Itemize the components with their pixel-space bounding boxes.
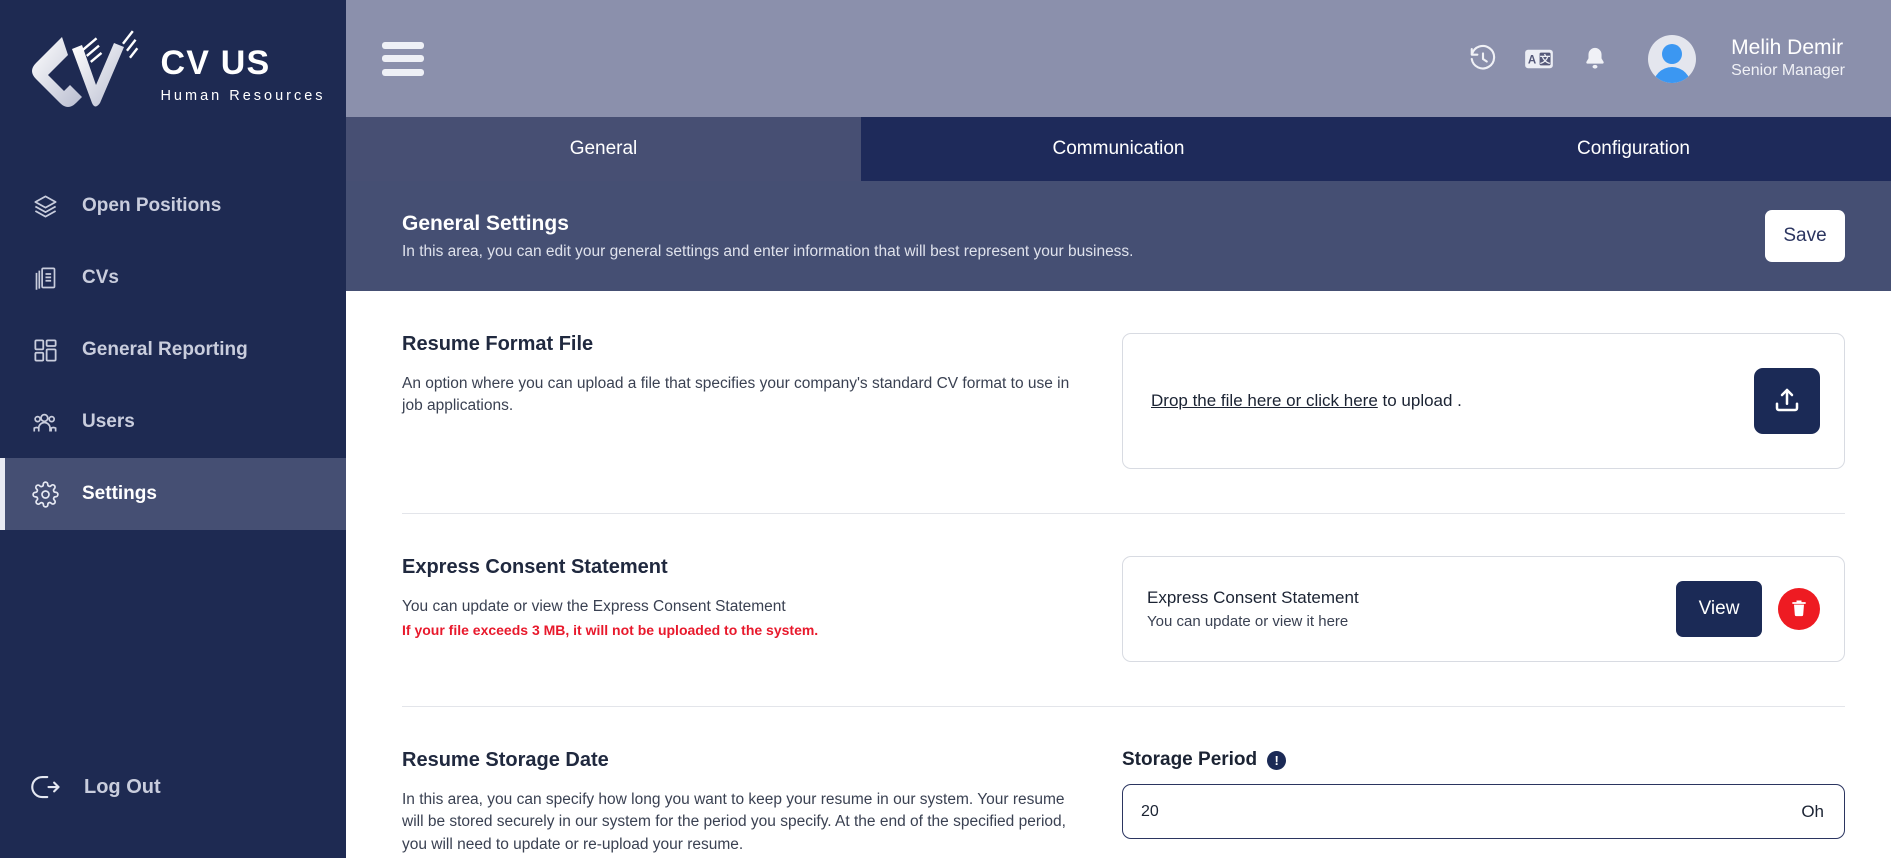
hamburger-bar — [382, 68, 424, 76]
page-header-text: General Settings In this area, you can e… — [402, 212, 1134, 261]
topbar: A 文 Melih Demir Senior Manager — [346, 0, 1891, 117]
section-description: Resume Format File An option where you c… — [402, 333, 1122, 418]
upload-button[interactable] — [1754, 368, 1820, 434]
section-resume-storage-date: Resume Storage Date In this area, you ca… — [402, 707, 1845, 856]
storage-period-field[interactable]: Oh — [1122, 784, 1845, 839]
trash-icon — [1789, 598, 1809, 621]
users-group-icon — [30, 407, 60, 437]
history-icon[interactable] — [1466, 42, 1500, 76]
avatar[interactable] — [1648, 34, 1697, 83]
gear-icon — [30, 479, 60, 509]
section-warning: If your file exceeds 3 MB, it will not b… — [402, 622, 819, 639]
logout-button[interactable]: Log Out — [0, 756, 346, 818]
tab-communication[interactable]: Communication — [861, 117, 1376, 181]
sidebar-item-general-reporting[interactable]: General Reporting — [0, 314, 346, 386]
translate-icon[interactable]: A 文 — [1522, 42, 1556, 76]
section-text: You can update or view the Express Conse… — [402, 598, 786, 615]
settings-tabs: General Communication Configuration — [346, 117, 1891, 181]
brand-text: CV US Human Resources — [160, 44, 326, 104]
view-button[interactable]: View — [1676, 581, 1762, 637]
sidebar-item-label: Settings — [82, 483, 157, 504]
sidebar-item-cvs[interactable]: CVs — [0, 242, 346, 314]
cv-us-logo-icon — [26, 29, 144, 121]
sidebar: CV US Human Resources Open Positions CVs… — [0, 0, 346, 858]
consent-card-actions: View — [1676, 581, 1820, 637]
storage-period-label: Storage Period — [1122, 749, 1258, 770]
file-dropzone[interactable]: Drop the file here or click here to uplo… — [1122, 333, 1845, 469]
section-description: Express Consent Statement You can update… — [402, 556, 1122, 641]
logout-label: Log Out — [84, 775, 161, 798]
section-title: Resume Storage Date — [402, 749, 609, 771]
settings-content: Resume Format File An option where you c… — [346, 291, 1891, 858]
dropzone-text: Drop the file here or click here to uplo… — [1151, 391, 1462, 411]
section-control: Storage Period ! Oh — [1122, 749, 1845, 839]
storage-period-label-row: Storage Period ! — [1122, 749, 1845, 771]
sidebar-item-label: General Reporting — [82, 339, 248, 360]
consent-file-card: Express Consent Statement You can update… — [1122, 556, 1845, 662]
sidebar-nav: Open Positions CVs General Reporting Use… — [0, 170, 346, 530]
layers-icon — [30, 191, 60, 221]
page-title: General Settings — [402, 211, 569, 235]
section-title: Resume Format File — [402, 333, 594, 355]
sidebar-item-label: Open Positions — [82, 195, 222, 216]
avatar-head — [1662, 43, 1683, 64]
sidebar-item-settings[interactable]: Settings — [0, 458, 346, 530]
user-role: Senior Manager — [1731, 62, 1845, 80]
consent-card-title: Express Consent Statement — [1147, 588, 1359, 607]
section-control: Drop the file here or click here to uplo… — [1122, 333, 1845, 469]
tab-configuration[interactable]: Configuration — [1376, 117, 1891, 181]
main-area: A 文 Melih Demir Senior Manager General C… — [346, 0, 1891, 858]
section-text: In this area, you can specify how long y… — [402, 791, 1066, 853]
delete-button[interactable] — [1778, 588, 1820, 630]
avatar-body — [1653, 66, 1692, 83]
bell-icon[interactable] — [1578, 42, 1612, 76]
sidebar-item-users[interactable]: Users — [0, 386, 346, 458]
section-express-consent: Express Consent Statement You can update… — [402, 514, 1845, 707]
page-header: General Settings In this area, you can e… — [346, 181, 1891, 291]
hamburger-bar — [382, 41, 424, 49]
section-text: An option where you can upload a file th… — [402, 375, 1070, 415]
user-name: Melih Demir — [1731, 36, 1844, 60]
topbar-actions: A 文 Melih Demir Senior Manager — [1466, 34, 1845, 83]
upload-icon — [1772, 385, 1802, 418]
brand-title: CV US — [160, 44, 271, 83]
consent-card-subtitle: You can update or view it here — [1147, 613, 1349, 630]
svg-text:文: 文 — [1539, 53, 1551, 66]
user-info[interactable]: Melih Demir Senior Manager — [1731, 35, 1845, 82]
brand-logo[interactable]: CV US Human Resources — [0, 0, 346, 150]
save-button[interactable]: Save — [1765, 210, 1845, 262]
brand-subtitle: Human Resources — [160, 87, 326, 104]
dropzone-link[interactable]: Drop the file here or click here — [1151, 391, 1378, 410]
svg-text:A: A — [1528, 54, 1537, 66]
storage-period-input[interactable] — [1141, 802, 1802, 821]
section-control: Express Consent Statement You can update… — [1122, 556, 1845, 662]
consent-card-text: Express Consent Statement You can update… — [1147, 588, 1359, 630]
section-resume-format-file: Resume Format File An option where you c… — [402, 291, 1845, 514]
info-icon[interactable]: ! — [1267, 750, 1287, 770]
documents-icon — [30, 263, 60, 293]
section-title: Express Consent Statement — [402, 556, 668, 578]
hamburger-bar — [382, 55, 424, 62]
sidebar-item-label: Users — [82, 411, 135, 432]
hamburger-icon[interactable] — [382, 41, 424, 76]
section-description: Resume Storage Date In this area, you ca… — [402, 749, 1122, 856]
sidebar-item-label: CVs — [82, 267, 119, 288]
logout-icon — [30, 771, 62, 803]
dropzone-rest: to upload . — [1377, 391, 1462, 410]
storage-period-suffix: Oh — [1801, 801, 1824, 821]
app-root: CV US Human Resources Open Positions CVs… — [0, 0, 1891, 858]
tab-general[interactable]: General — [346, 117, 861, 181]
sidebar-item-open-positions[interactable]: Open Positions — [0, 170, 346, 242]
dashboard-grid-icon — [30, 335, 60, 365]
page-subtitle: In this area, you can edit your general … — [402, 242, 1134, 260]
